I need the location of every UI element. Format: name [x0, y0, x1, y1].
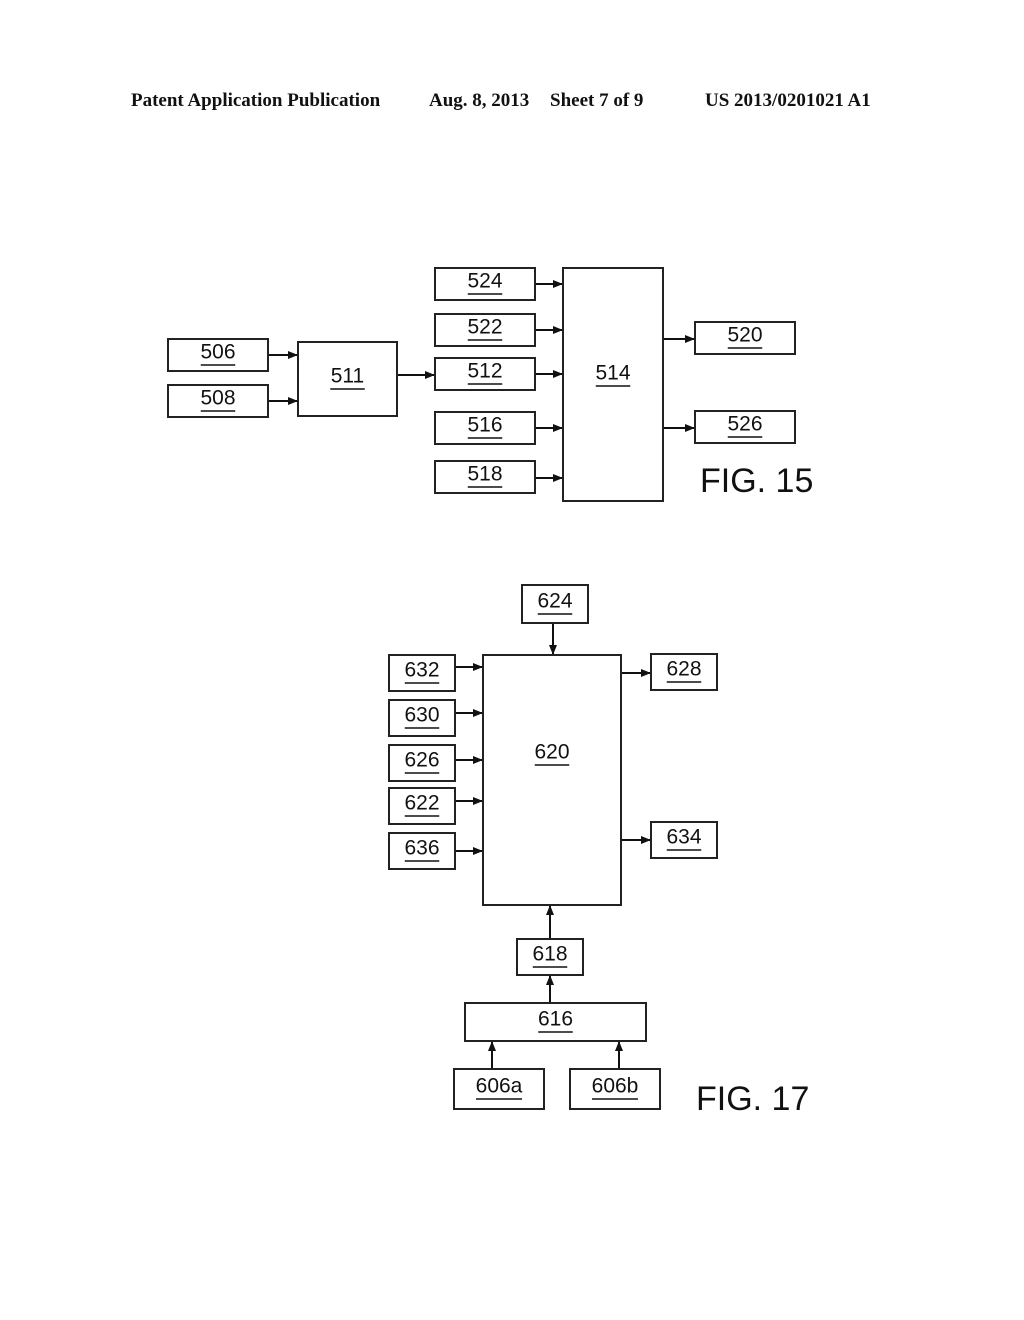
block-label: 606a [476, 1075, 523, 1098]
block-620-frame [482, 654, 622, 906]
block-label: 518 [467, 463, 502, 486]
block-label: 511 [331, 365, 364, 388]
block-636: 636 [388, 832, 456, 870]
block-label: 624 [537, 590, 572, 613]
block-526: 526 [694, 410, 796, 444]
block-label: 620 [534, 741, 569, 764]
block-518: 518 [434, 460, 536, 494]
block-label: 520 [727, 324, 762, 347]
block-616: 616 [464, 1002, 647, 1042]
block-label: 634 [666, 826, 701, 849]
block-label: 514 [595, 362, 630, 385]
block-label: 606b [592, 1075, 639, 1098]
block-label: 512 [467, 360, 502, 383]
block-512: 512 [434, 357, 536, 391]
block-label: 636 [404, 837, 439, 860]
block-506: 506 [167, 338, 269, 372]
block-628: 628 [650, 653, 718, 691]
block-diagrams: 506 508 511 524 522 512 516 518 514 520 526 FIG. 15… [167, 267, 813, 1118]
block-label: 626 [404, 749, 439, 772]
block-label: 526 [727, 413, 762, 436]
block-label: 618 [532, 943, 567, 966]
block-label: 616 [538, 1008, 573, 1031]
block-label: 632 [404, 659, 439, 682]
figure-caption: FIG. 17 [696, 1080, 809, 1118]
block-label: 630 [404, 704, 439, 727]
block-606b: 606b [569, 1068, 661, 1110]
block-516: 516 [434, 411, 536, 445]
block-634: 634 [650, 821, 718, 859]
block-label: 628 [666, 658, 701, 681]
block-508: 508 [167, 384, 269, 418]
figure-caption: FIG. 15 [700, 462, 813, 500]
block-630: 630 [388, 699, 456, 737]
block-514: 514 [562, 267, 664, 502]
block-620: 620 [482, 654, 622, 906]
block-label: 506 [200, 341, 235, 364]
block-label: 622 [404, 792, 439, 815]
block-622: 622 [388, 787, 456, 825]
block-522: 522 [434, 313, 536, 347]
block-label: 522 [467, 316, 502, 339]
block-label: 508 [200, 387, 235, 410]
block-606a: 606a [453, 1068, 545, 1110]
figure-17: 624 620 632 630 626 622 636 628 634 618 616 606a 606… [388, 584, 809, 1118]
block-label: 524 [467, 270, 502, 293]
figure-15: 506 508 511 524 522 512 516 518 514 520 526 FIG. 15 [167, 267, 813, 502]
block-618: 618 [516, 938, 584, 976]
block-520: 520 [694, 321, 796, 355]
block-524: 524 [434, 267, 536, 301]
block-624: 624 [521, 584, 589, 624]
block-626: 626 [388, 744, 456, 782]
block-511: 511 [297, 341, 398, 417]
block-label: 516 [467, 414, 502, 437]
block-632: 632 [388, 654, 456, 692]
